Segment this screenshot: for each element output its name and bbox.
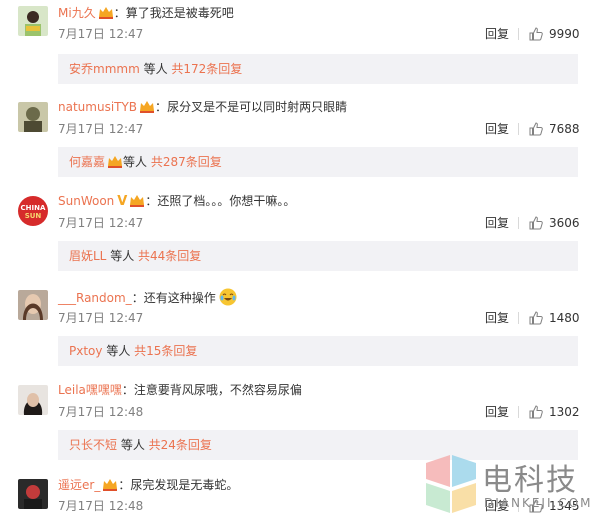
- comment-text: 注意要背风尿哦，不然容易尿偏: [133, 383, 302, 397]
- like-button[interactable]: 1480: [529, 310, 580, 326]
- reply-summary-mid: 等人: [102, 344, 135, 358]
- username-link[interactable]: SunWoon: [58, 194, 114, 208]
- username-link[interactable]: ___Random_: [58, 291, 132, 305]
- separator: ：: [113, 6, 126, 20]
- verified-badge: V: [117, 194, 128, 209]
- comment-line: 遥远er_ ：尿完发现是无毒蛇。: [58, 477, 238, 493]
- avatar[interactable]: [18, 6, 48, 36]
- reply-button[interactable]: 回复: [485, 310, 509, 326]
- thumbs-up-icon: [529, 122, 543, 136]
- reply-summary-count[interactable]: 共44条回复: [138, 249, 201, 263]
- reply-button[interactable]: 回复: [485, 121, 509, 137]
- comment-time: 7月17日 12:47: [58, 27, 144, 41]
- avatar[interactable]: [18, 290, 48, 320]
- comment-text: 算了我还是被毒死吧: [125, 6, 234, 20]
- separator: ：: [155, 100, 168, 114]
- comment-text: 还照了档。。。你想干嘛。。: [157, 194, 296, 208]
- comment-text: 尿分叉是不是可以同时射两只眼睛: [167, 100, 348, 114]
- comment-time: 7月17日 12:48: [58, 405, 144, 419]
- reply-summary-count[interactable]: 共15条回复: [134, 344, 197, 358]
- avatar[interactable]: CHINA SUN: [18, 196, 48, 226]
- svg-text:SUN: SUN: [25, 212, 42, 220]
- brand-logo-icon: [426, 455, 476, 513]
- crown-badge-icon: [130, 195, 145, 207]
- comment-time: 7月17日 12:48: [58, 499, 144, 513]
- laugh-cry-emoji-icon: [219, 288, 237, 306]
- like-button[interactable]: 3606: [529, 215, 580, 231]
- watermark-domain: DIANKEJI.COM: [484, 496, 593, 510]
- reply-summary[interactable]: 眉妩LL 等人 共44条回复: [58, 241, 578, 271]
- comment-line: natumusiTYB ：尿分叉是不是可以同时射两只眼睛: [58, 99, 347, 115]
- reply-summary-count[interactable]: 共24条回复: [149, 438, 212, 452]
- divider: [518, 312, 519, 324]
- reply-summary-count[interactable]: 共172条回复: [171, 62, 242, 76]
- reply-summary-name[interactable]: 只长不短: [69, 438, 117, 452]
- thumbs-up-icon: [529, 216, 543, 230]
- crown-badge-icon: [98, 7, 113, 19]
- like-count: 9990: [549, 27, 580, 41]
- reply-summary[interactable]: 何嘉嘉 等人 共287条回复: [58, 147, 578, 177]
- separator: ：: [145, 194, 158, 208]
- avatar[interactable]: [18, 102, 48, 132]
- svg-text:CHINA: CHINA: [21, 204, 46, 212]
- reply-summary-count[interactable]: 共287条回复: [151, 155, 222, 169]
- divider: [518, 406, 519, 418]
- comment-line: Leila嘿嘿嘿：注意要背风尿哦，不然容易尿偏: [58, 382, 302, 398]
- reply-summary[interactable]: 安乔mmmm 等人 共172条回复: [58, 54, 578, 84]
- comment-time: 7月17日 12:47: [58, 311, 144, 325]
- username-link[interactable]: Leila嘿嘿嘿: [58, 383, 122, 397]
- username-link[interactable]: natumusiTYB: [58, 100, 137, 114]
- username-link[interactable]: 遥远er_: [58, 478, 100, 492]
- like-count: 3606: [549, 216, 580, 230]
- avatar[interactable]: [18, 385, 48, 415]
- comment-line: Mi九久 ：算了我还是被毒死吧: [58, 5, 234, 21]
- separator: ：: [121, 383, 134, 397]
- watermark-logo: 电科技 DIANKEJI.COM: [422, 453, 597, 518]
- divider: [518, 217, 519, 229]
- reply-summary-mid: 等人: [117, 438, 149, 452]
- thumbs-up-icon: [529, 27, 543, 41]
- thumbs-up-icon: [529, 311, 543, 325]
- like-count: 7688: [549, 122, 580, 136]
- like-button[interactable]: 1302: [529, 404, 580, 420]
- username-link[interactable]: Mi九久: [58, 6, 96, 20]
- comment-text: 还有这种操作: [143, 291, 216, 305]
- comment-time: 7月17日 12:47: [58, 122, 144, 136]
- comment-time: 7月17日 12:47: [58, 216, 144, 230]
- reply-button[interactable]: 回复: [485, 404, 509, 420]
- crown-badge-icon: [140, 101, 155, 113]
- comment-line: SunWoon V ：还照了档。。。你想干嘛。。: [58, 193, 295, 210]
- divider: [518, 28, 519, 40]
- like-count: 1480: [549, 311, 580, 325]
- comment-text: 尿完发现是无毒蛇。: [130, 478, 239, 492]
- divider: [518, 123, 519, 135]
- reply-summary-name[interactable]: 安乔mmmm: [69, 62, 140, 76]
- reply-summary-mid: 等人: [139, 62, 172, 76]
- avatar[interactable]: [18, 479, 48, 509]
- reply-button[interactable]: 回复: [485, 215, 509, 231]
- comment-line: ___Random_：还有这种操作: [58, 288, 237, 306]
- reply-summary[interactable]: Pxtoy 等人 共15条回复: [58, 336, 578, 366]
- thumbs-up-icon: [529, 405, 543, 419]
- watermark-brand: 电科技: [482, 463, 578, 498]
- like-button[interactable]: 9990: [529, 26, 580, 42]
- reply-button[interactable]: 回复: [485, 26, 509, 42]
- separator: ：: [118, 478, 131, 492]
- like-button[interactable]: 7688: [529, 121, 580, 137]
- reply-summary-name[interactable]: Pxtoy: [69, 344, 103, 358]
- crown-badge-icon: [103, 479, 118, 491]
- reply-summary-name[interactable]: 何嘉嘉: [69, 155, 105, 169]
- like-count: 1302: [549, 405, 580, 419]
- reply-summary-mid: 等人: [123, 155, 151, 169]
- reply-summary-name[interactable]: 眉妩LL: [69, 249, 106, 263]
- crown-badge-icon: [108, 156, 123, 168]
- reply-summary-mid: 等人: [106, 249, 139, 263]
- separator: ：: [131, 291, 144, 305]
